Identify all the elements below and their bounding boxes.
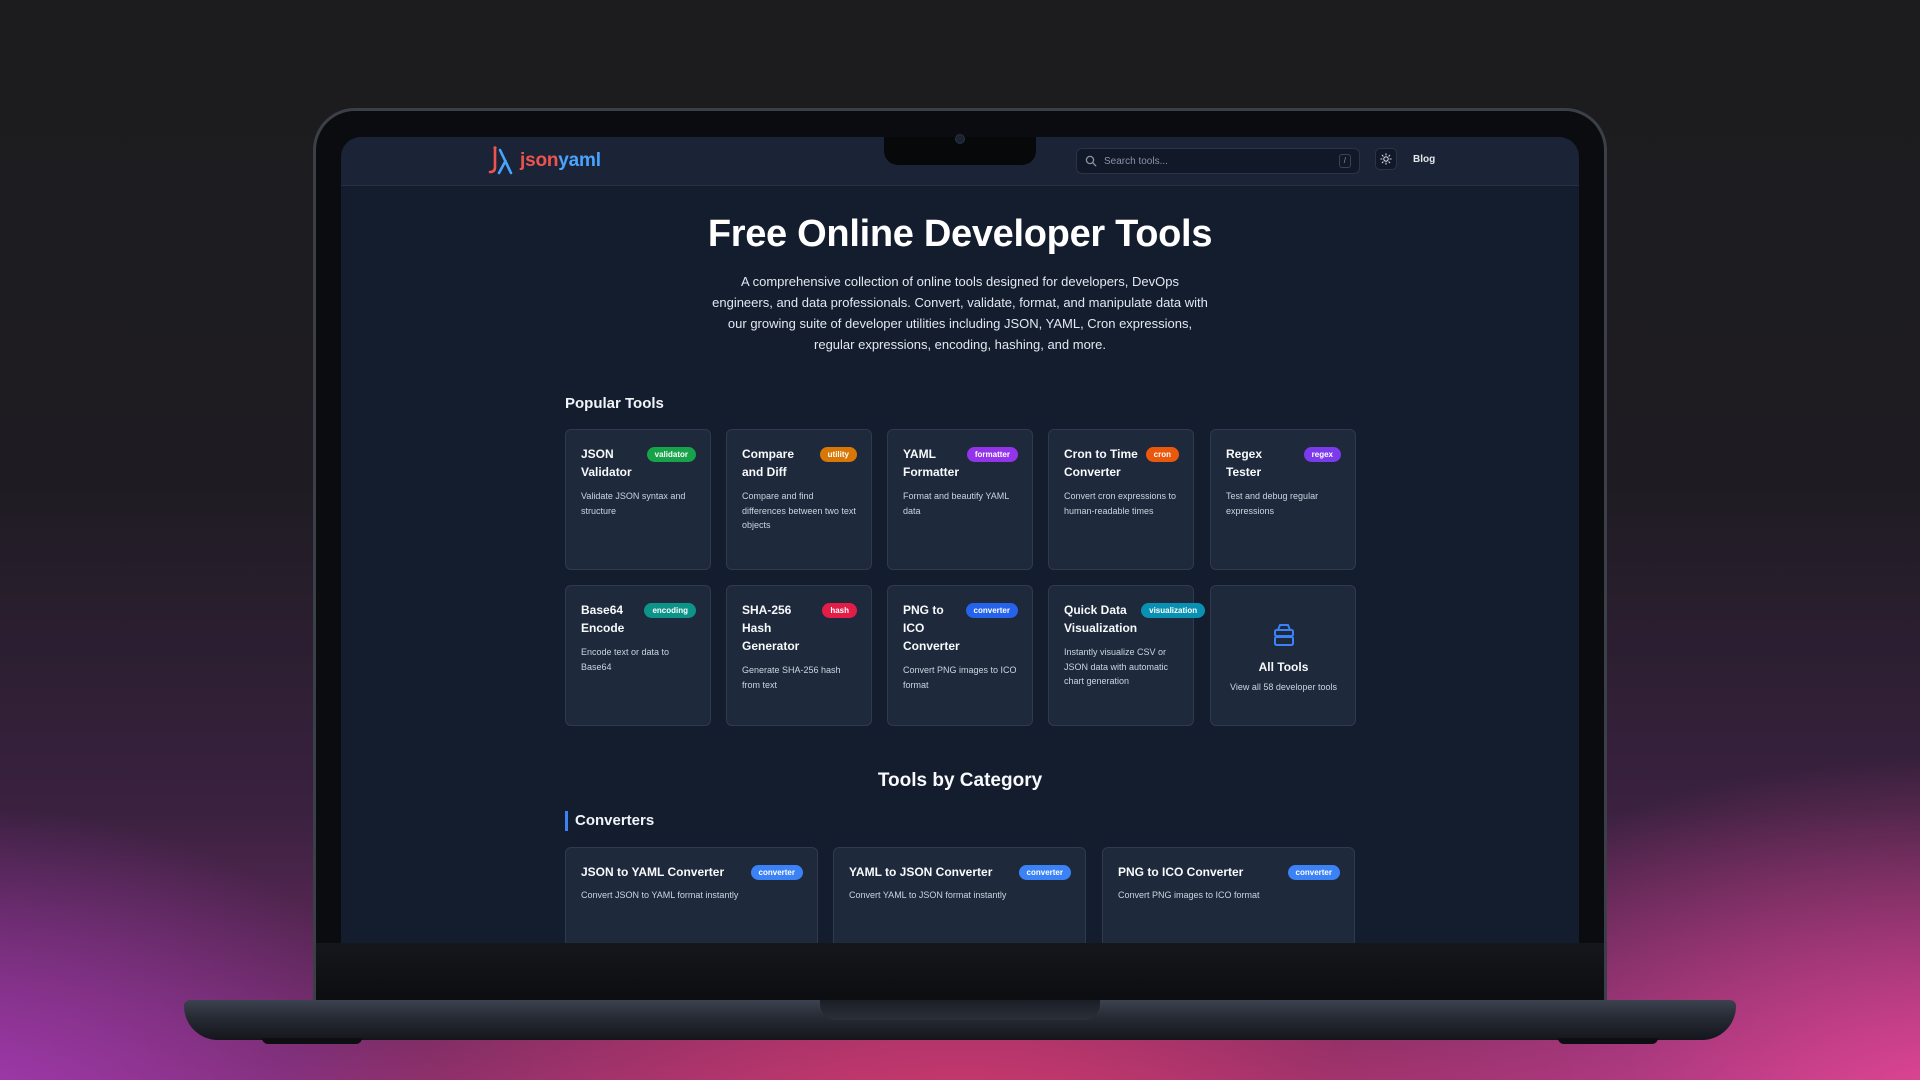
tool-card[interactable]: JSON Validator validator Validate JSON syn…: [565, 429, 711, 570]
tool-category-badge: validator: [646, 447, 696, 462]
laptop-bezel-bottom: [316, 943, 1604, 1001]
tool-card[interactable]: YAML Formatter formatter Format and beauti…: [887, 429, 1033, 570]
tool-card-description: Encode text or data to Base64: [581, 647, 670, 672]
tool-category-badge: formatter: [966, 447, 1018, 462]
converter-badge: converter: [1287, 865, 1340, 880]
tool-card[interactable]: Regex Tester regex Test and debug regular …: [1210, 429, 1356, 570]
browser-viewport: jsonyaml / Blog Free Online Developer To…: [341, 137, 1579, 943]
converters-heading: Converters: [565, 811, 654, 831]
stack-layers-icon: [1273, 624, 1294, 646]
laptop-foot-right: [1558, 1038, 1658, 1044]
tool-card[interactable]: Compare and Diff utility Compare and find …: [726, 429, 872, 570]
converter-badge: converter: [1018, 865, 1071, 880]
search-box[interactable]: /: [1076, 148, 1360, 174]
all-tools-card[interactable]: All Tools View all 58 developer tools: [1210, 585, 1356, 726]
search-icon: [1085, 155, 1097, 167]
tool-card-description: Convert PNG images to ICO format: [903, 665, 1017, 690]
tool-card-title: PNG to ICO Converter: [903, 603, 960, 653]
tool-card-description: Generate SHA-256 hash from text: [742, 665, 841, 690]
tool-card-title: SHA-256 Hash Generator: [742, 603, 800, 653]
tool-card-description: Format and beautify YAML data: [903, 491, 1009, 516]
converter-card-description: Convert JSON to YAML format instantly: [581, 890, 739, 900]
tool-card-title: YAML Formatter: [903, 447, 960, 479]
converter-card[interactable]: JSON to YAML Converter converter Convert J…: [565, 847, 818, 943]
converter-badge: converter: [750, 865, 803, 880]
tool-category-badge: visualization: [1141, 603, 1206, 618]
tool-card-title: Compare and Diff: [742, 447, 795, 479]
tool-card[interactable]: Base64 Encode encoding Encode text or data…: [565, 585, 711, 726]
tool-category-badge: encoding: [644, 603, 696, 618]
tool-card-description: Validate JSON syntax and structure: [581, 491, 686, 516]
hero-description: A comprehensive collection of online too…: [712, 274, 1208, 352]
nav-blog-link[interactable]: Blog: [1413, 154, 1435, 165]
search-input[interactable]: [1104, 155, 1332, 167]
tool-card-description: Instantly visualize CSV or JSON data wit…: [1064, 647, 1169, 686]
converter-card-description: Convert PNG images to ICO format: [1118, 890, 1260, 900]
tool-card-title: Cron to Time Converter: [1064, 447, 1138, 479]
all-tools-title: All Tools: [1258, 660, 1309, 674]
tool-category-badge: converter: [965, 603, 1018, 618]
site-logo[interactable]: jsonyaml: [488, 146, 601, 176]
site-name: jsonyaml: [520, 150, 601, 171]
tool-card-title: Quick Data Visualization: [1064, 603, 1138, 635]
tool-category-badge: regex: [1303, 447, 1341, 462]
tool-category-badge: utility: [819, 447, 857, 462]
tool-card[interactable]: Cron to Time Converter cron Convert cron e…: [1048, 429, 1194, 570]
tool-card-description: Convert cron expressions to human-readab…: [1064, 491, 1177, 516]
converter-card[interactable]: YAML to JSON Converter converter Convert Y…: [833, 847, 1086, 943]
tools-by-category-heading: Tools by Category: [877, 770, 1043, 791]
search-shortcut-hint: /: [1338, 154, 1351, 168]
tool-card-description: Compare and find differences between two…: [742, 491, 856, 530]
tool-category-badge: cron: [1145, 447, 1179, 462]
tool-card[interactable]: Quick Data Visualization visualization Ins…: [1048, 585, 1206, 726]
lambda-logo-icon: [488, 146, 513, 175]
converter-card-title: YAML to JSON Converter: [849, 864, 993, 879]
tool-card-description: Test and debug regular expressions: [1226, 491, 1319, 516]
tool-card[interactable]: SHA-256 Hash Generator hash Generate SHA-2…: [726, 585, 872, 726]
laptop-foot-left: [262, 1038, 362, 1044]
tool-card-title: Base64 Encode: [581, 603, 625, 635]
tool-category-badge: hash: [822, 603, 857, 618]
tool-card[interactable]: PNG to ICO Converter converter Convert PNG…: [887, 585, 1033, 726]
sun-icon: [1380, 153, 1392, 165]
popular-tools-heading: Popular Tools: [565, 395, 664, 412]
webcam-icon: [955, 134, 965, 144]
converter-card-description: Convert YAML to JSON format instantly: [849, 890, 1007, 900]
converter-card-title: JSON to YAML Converter: [581, 864, 725, 879]
tool-card-title: JSON Validator: [581, 447, 632, 479]
converter-card[interactable]: PNG to ICO Converter converter Convert PNG…: [1102, 847, 1355, 943]
all-tools-description: View all 58 developer tools: [1230, 682, 1337, 692]
page-title: Free Online Developer Tools: [707, 213, 1213, 255]
tool-card-title: Regex Tester: [1226, 447, 1263, 479]
theme-toggle-button[interactable]: [1375, 148, 1397, 170]
laptop-opening-notch: [820, 1000, 1100, 1020]
converter-card-title: PNG to ICO Converter: [1118, 864, 1244, 879]
